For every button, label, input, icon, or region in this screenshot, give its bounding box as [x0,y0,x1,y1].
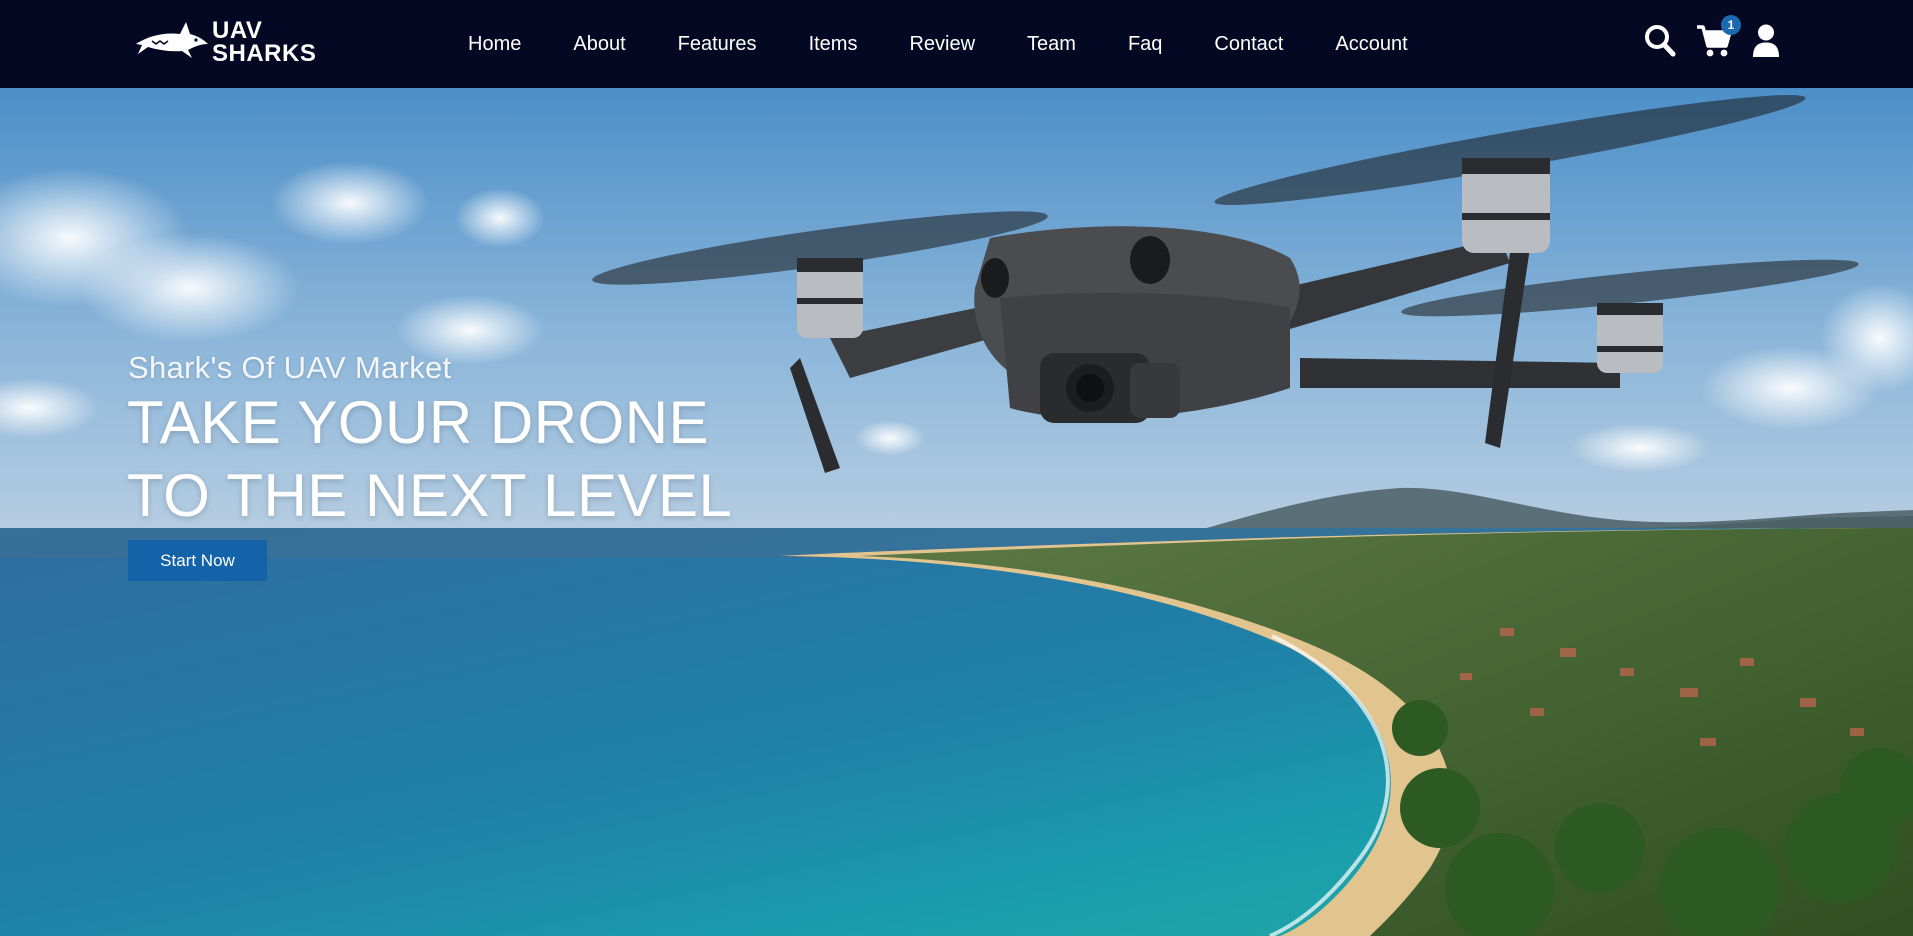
brand-line-2: SHARKS [212,40,317,67]
nav-link-items[interactable]: Items [809,33,858,56]
nav-link-about[interactable]: About [573,33,625,56]
nav-link-team[interactable]: Team [1027,33,1076,56]
hero-title-line-1: TAKE YOUR DRONE [127,389,710,456]
brand-line-1: UAV [212,17,263,44]
nav-link-faq[interactable]: Faq [1128,33,1162,56]
search-icon[interactable] [1644,24,1676,58]
hero-title-line-2: TO THE NEXT LEVEL [127,462,733,529]
main-nav: Home About Features Items Review Team Fa… [468,0,1460,88]
user-icon[interactable] [1752,24,1780,57]
nav-link-contact[interactable]: Contact [1214,33,1283,56]
hero-title: TAKE YOUR DRONE TO THE NEXT LEVEL [127,386,887,532]
nav-link-features[interactable]: Features [678,33,757,56]
nav-link-home[interactable]: Home [468,33,521,56]
hero-subtitle: Shark's Of UAV Market [128,350,452,385]
cart-count-badge: 1 [1721,15,1741,35]
start-now-button[interactable]: Start Now [128,540,267,581]
shark-logo-icon [136,22,208,58]
brand-name: UAV SHARKS [212,17,317,67]
nav-link-review[interactable]: Review [909,33,975,56]
hero-section: Shark's Of UAV Market TAKE YOUR DRONE TO… [0,88,1913,936]
navbar: UAV SHARKS Home About Features Items Rev… [0,0,1913,88]
nav-link-account[interactable]: Account [1335,33,1407,56]
brand-logo[interactable]: UAV SHARKS [134,14,324,74]
